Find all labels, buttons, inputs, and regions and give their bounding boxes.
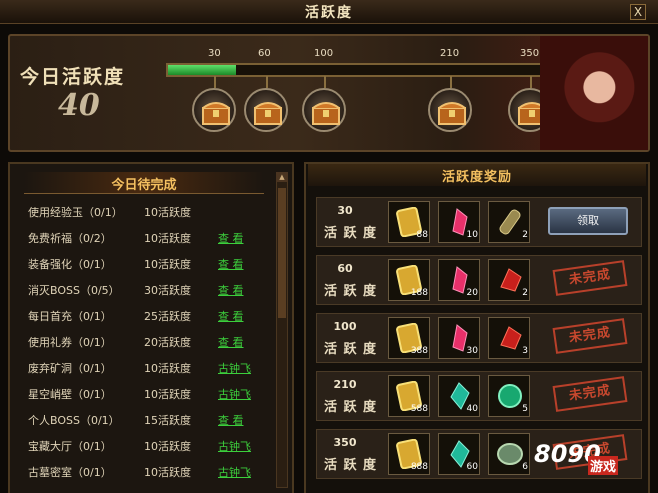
reward-row-label: 活 跃 度 [324, 226, 378, 241]
task-points: 10活跃度 [144, 466, 191, 479]
task-action-link[interactable]: 查 看 [218, 334, 244, 350]
milestone-marker [324, 76, 326, 88]
task-name: 废弃矿洞（0/1） [28, 362, 112, 375]
reward-chest-210[interactable] [428, 88, 472, 132]
reward-slot-count: 588 [410, 404, 428, 414]
milestone-label: 30 [208, 48, 221, 59]
task-name: 宝藏大厅（0/1） [28, 440, 112, 453]
treasure-chest-icon [312, 102, 340, 125]
task-action-link[interactable]: 古钟飞 [218, 386, 251, 402]
rewards-title: 活跃度奖励 [441, 170, 512, 185]
reward-points: 350 [333, 436, 357, 449]
scroll-up-arrow-icon[interactable]: ▲ [276, 172, 288, 182]
task-points: 10活跃度 [144, 362, 191, 375]
character-portrait [540, 36, 648, 150]
reward-slot-count: 6 [522, 462, 528, 472]
task-points: 15活跃度 [144, 414, 191, 427]
milestone-label: 100 [314, 48, 334, 59]
tasks-title: 今日待完成 [111, 178, 177, 193]
milestone-marker [266, 76, 268, 88]
activity-progress-fill [168, 65, 236, 75]
task-points: 30活跃度 [144, 284, 191, 297]
reward-slot-count: 2 [522, 230, 528, 240]
milestone-marker [450, 76, 452, 88]
milestone-label: 350 [520, 48, 540, 59]
task-name: 每日首充（0/1） [28, 310, 112, 323]
treasure-chest-icon [254, 102, 282, 125]
task-action-link[interactable]: 古钟飞 [218, 360, 251, 376]
treasure-chest-icon [438, 102, 466, 125]
task-points: 10活跃度 [144, 440, 191, 453]
task-name: 消灭BOSS（0/5） [28, 284, 120, 297]
reward-slot-count: 888 [410, 462, 428, 472]
reward-slot-count: 40 [466, 404, 478, 414]
task-action-link[interactable]: 古钟飞 [218, 464, 251, 480]
task-name: 古墓密室（0/1） [28, 466, 112, 479]
reward-slot-count: 60 [466, 462, 478, 472]
task-name: 个人BOSS（0/1） [28, 414, 120, 427]
today-activity-value: 40 [58, 88, 100, 123]
task-action-link[interactable]: 查 看 [218, 412, 244, 428]
task-action-link[interactable]: 查 看 [218, 256, 244, 272]
close-button[interactable]: X [630, 4, 646, 20]
task-name: 装备强化（0/1） [28, 258, 112, 271]
task-points: 25活跃度 [144, 310, 191, 323]
reward-row-label: 活 跃 度 [324, 342, 378, 357]
brand-logo-text: 游戏 [588, 456, 619, 475]
reward-row-label: 活 跃 度 [324, 458, 378, 473]
task-action-link[interactable]: 查 看 [218, 230, 244, 246]
task-name: 使用经验玉（0/1） [28, 206, 123, 219]
reward-points: 100 [333, 320, 357, 333]
reward-slot-count: 20 [466, 288, 478, 298]
task-points: 20活跃度 [144, 336, 191, 349]
milestone-label: 60 [258, 48, 271, 59]
milestone-label: 210 [440, 48, 460, 59]
reward-slot-count: 5 [522, 404, 528, 414]
reward-slot-count: 3 [522, 346, 528, 356]
task-points: 10活跃度 [144, 206, 191, 219]
reward-slot-count: 388 [410, 346, 428, 356]
task-points: 10活跃度 [144, 258, 191, 271]
task-action-link[interactable]: 查 看 [218, 282, 244, 298]
milestone-marker [214, 76, 216, 88]
task-name: 星空峭壁（0/1） [28, 388, 112, 401]
scrollbar-thumb[interactable] [278, 188, 286, 318]
reward-row-label: 活 跃 度 [324, 400, 378, 415]
treasure-chest-icon [202, 102, 230, 125]
milestone-marker [530, 76, 532, 88]
task-action-link[interactable]: 古钟飞 [218, 438, 251, 454]
claim-reward-button[interactable]: 领取 [548, 207, 628, 235]
reward-points: 210 [333, 378, 357, 391]
reward-slot-count: 188 [410, 288, 428, 298]
window-title: 活跃度 [305, 5, 353, 21]
reward-chest-60[interactable] [244, 88, 288, 132]
task-name: 免费祈福（0/2） [28, 232, 112, 245]
reward-slot-count: 88 [416, 230, 428, 240]
reward-slot-count: 2 [522, 288, 528, 298]
task-name: 使用礼券（0/1） [28, 336, 112, 349]
reward-slot-count: 10 [466, 230, 478, 240]
task-points: 10活跃度 [144, 388, 191, 401]
today-activity-label: 今日活跃度 [20, 66, 126, 88]
reward-points: 30 [337, 204, 353, 217]
reward-chest-30[interactable] [192, 88, 236, 132]
reward-row-label: 活 跃 度 [324, 284, 378, 299]
task-action-link[interactable]: 查 看 [218, 308, 244, 324]
reward-points: 60 [337, 262, 353, 275]
reward-chest-100[interactable] [302, 88, 346, 132]
reward-slot-count: 30 [466, 346, 478, 356]
task-points: 10活跃度 [144, 232, 191, 245]
